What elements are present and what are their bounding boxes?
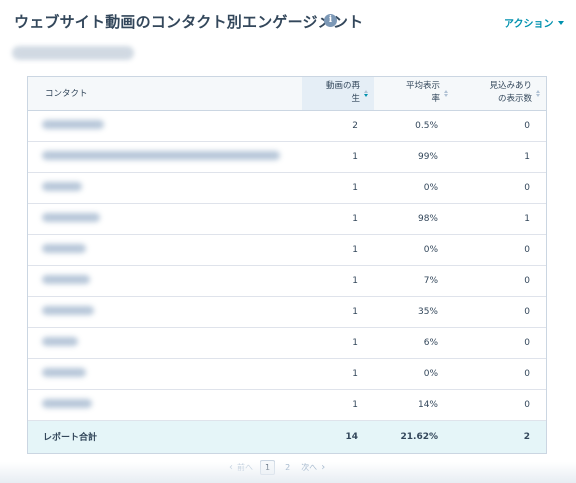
potential-views-cell: 0 xyxy=(454,327,546,359)
plays-cell: 1 xyxy=(302,172,374,204)
table-row: 2 0.5% 0 xyxy=(28,110,546,142)
contact-link[interactable] xyxy=(42,398,92,408)
plays-cell: 1 xyxy=(302,358,374,390)
avg-view-rate-cell: 7% xyxy=(374,265,454,297)
prev-page-button[interactable]: 前へ xyxy=(237,462,253,473)
chevron-left-icon: ‹ xyxy=(229,461,233,473)
plays-cell: 1 xyxy=(302,296,374,328)
plays-cell: 1 xyxy=(302,141,374,173)
total-plays: 14 xyxy=(302,420,374,453)
potential-views-cell: 1 xyxy=(454,203,546,235)
table-row: 1 0% 0 xyxy=(28,172,546,204)
report-header: ウェブサイト動画のコンタクト別エンゲージメント i アクション xyxy=(0,0,576,44)
table-row: 1 0% 0 xyxy=(28,358,546,390)
engagement-table: コンタクト 動画の再 生 平均表示 率 見込みあり の表示数 2 0.5% 0 … xyxy=(27,76,547,454)
avg-view-rate-cell: 6% xyxy=(374,327,454,359)
sort-icon xyxy=(444,89,448,97)
table-row: 1 7% 0 xyxy=(28,265,546,297)
contact-link[interactable] xyxy=(42,119,104,129)
table-row: 1 6% 0 xyxy=(28,327,546,359)
actions-dropdown[interactable]: アクション xyxy=(504,15,564,30)
total-row: レポート合計 14 21.62% 2 xyxy=(28,420,546,453)
contact-link[interactable] xyxy=(42,367,86,377)
plays-cell: 1 xyxy=(302,234,374,266)
potential-views-cell: 0 xyxy=(454,389,546,421)
plays-cell: 1 xyxy=(302,389,374,421)
potential-views-cell: 0 xyxy=(454,110,546,142)
page-title: ウェブサイト動画のコンタクト別エンゲージメント xyxy=(14,13,364,31)
total-label: レポート合計 xyxy=(28,420,302,453)
contact-link[interactable] xyxy=(42,181,82,191)
column-header-potential-views[interactable]: 見込みあり の表示数 xyxy=(454,77,546,111)
table-row: 1 35% 0 xyxy=(28,296,546,328)
avg-view-rate-cell: 35% xyxy=(374,296,454,328)
actions-label: アクション xyxy=(504,19,554,30)
plays-cell: 2 xyxy=(302,110,374,142)
plays-cell: 1 xyxy=(302,265,374,297)
avg-view-rate-cell: 0% xyxy=(374,358,454,390)
potential-views-cell: 1 xyxy=(454,141,546,173)
avg-view-rate-cell: 0% xyxy=(374,172,454,204)
plays-cell: 1 xyxy=(302,327,374,359)
potential-views-cell: 0 xyxy=(454,172,546,204)
page-1-button[interactable]: 1 xyxy=(260,459,276,475)
table-row: 1 98% 1 xyxy=(28,203,546,235)
table-row: 1 99% 1 xyxy=(28,141,546,173)
table-header-row: コンタクト 動画の再 生 平均表示 率 見込みあり の表示数 xyxy=(28,77,546,111)
potential-views-cell: 0 xyxy=(454,265,546,297)
contact-link[interactable] xyxy=(42,212,100,222)
total-potential-views: 2 xyxy=(454,420,546,453)
pagination: ‹ 前へ 1 2 次へ › xyxy=(229,458,325,476)
avg-view-rate-cell: 14% xyxy=(374,389,454,421)
contact-link[interactable] xyxy=(42,336,78,346)
total-avg-view-rate: 21.62% xyxy=(374,420,454,453)
info-icon[interactable]: i xyxy=(324,14,337,27)
potential-views-cell: 0 xyxy=(454,296,546,328)
contact-link[interactable] xyxy=(42,243,86,253)
page-2-button[interactable]: 2 xyxy=(281,461,294,474)
column-header-avg-view-rate[interactable]: 平均表示 率 xyxy=(374,77,454,111)
avg-view-rate-cell: 99% xyxy=(374,141,454,173)
contact-link[interactable] xyxy=(42,274,90,284)
potential-views-cell: 0 xyxy=(454,358,546,390)
table-row: 1 14% 0 xyxy=(28,389,546,421)
chevron-right-icon: › xyxy=(321,461,326,473)
avg-view-rate-cell: 0.5% xyxy=(374,110,454,142)
next-page-button[interactable]: 次へ xyxy=(301,462,317,473)
contact-link[interactable] xyxy=(42,305,94,315)
plays-cell: 1 xyxy=(302,203,374,235)
column-header-contact[interactable]: コンタクト xyxy=(28,77,302,111)
contact-link[interactable] xyxy=(42,150,280,160)
column-header-plays[interactable]: 動画の再 生 xyxy=(302,77,374,111)
blurred-filter-text xyxy=(12,46,134,60)
table-row: 1 0% 0 xyxy=(28,234,546,266)
avg-view-rate-cell: 0% xyxy=(374,234,454,266)
chevron-down-icon xyxy=(557,20,564,25)
avg-view-rate-cell: 98% xyxy=(374,203,454,235)
sort-icon xyxy=(364,89,368,97)
potential-views-cell: 0 xyxy=(454,234,546,266)
sort-icon xyxy=(536,89,540,97)
